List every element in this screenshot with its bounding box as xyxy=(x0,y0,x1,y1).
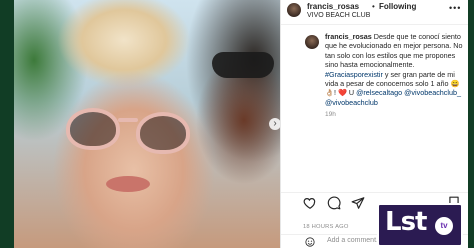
more-options-icon[interactable]: ••• xyxy=(449,3,461,13)
post-location[interactable]: VIVO BEACH CLUB xyxy=(307,12,370,19)
comment-time: 19h xyxy=(325,111,336,118)
add-comment-input[interactable]: Add a comment... xyxy=(327,237,382,244)
post-username[interactable]: francis_rosas xyxy=(307,2,359,11)
hashtag-link[interactable]: #Graciasporexistir xyxy=(325,70,383,79)
caption-text: francis_rosas Desde que te conocí siento… xyxy=(325,32,463,107)
sunglasses-man xyxy=(212,52,274,78)
sunglasses-lens-left xyxy=(66,108,120,150)
instagram-post: › francis_rosas • Following VIVO BEACH C… xyxy=(14,0,468,248)
lst-tv-logo: Lst tv xyxy=(377,203,463,247)
left-border xyxy=(0,0,14,248)
separator-dot: • xyxy=(372,2,375,11)
avatar[interactable] xyxy=(287,3,301,17)
sunglasses-bridge xyxy=(118,118,138,122)
post-header: francis_rosas • Following VIVO BEACH CLU… xyxy=(281,0,468,25)
sunglasses-lens-right xyxy=(136,112,190,154)
post-date: 18 HOURS AGO xyxy=(303,224,349,230)
caption-comment: francis_rosas Desde que te conocí siento… xyxy=(281,30,468,190)
logo-badge: tv xyxy=(435,217,453,235)
post-photo[interactable]: › xyxy=(14,0,281,248)
following-button[interactable]: Following xyxy=(379,2,416,11)
logo-text: Lst xyxy=(385,207,427,237)
heart-icon[interactable] xyxy=(303,196,317,210)
comment-icon[interactable] xyxy=(327,196,341,210)
smile-icon[interactable] xyxy=(305,237,315,247)
share-icon[interactable] xyxy=(351,196,365,210)
avatar[interactable] xyxy=(305,35,319,49)
lips xyxy=(106,176,150,192)
mention-link[interactable]: @vivobeachclub xyxy=(325,98,378,107)
caption-username[interactable]: francis_rosas xyxy=(325,32,372,41)
right-border xyxy=(468,0,474,248)
mention-link[interactable]: @relsecaltago xyxy=(356,88,402,97)
mention-link[interactable]: @vivobeachclub_ xyxy=(404,88,461,97)
